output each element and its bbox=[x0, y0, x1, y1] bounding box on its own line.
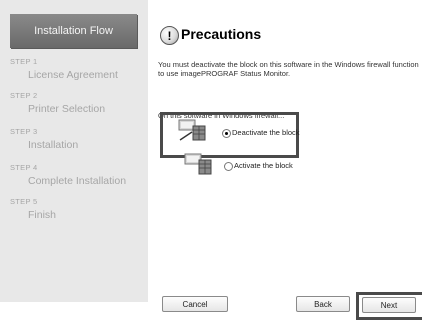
step-3: STEP 3 Installation bbox=[10, 126, 78, 151]
page-title: Precautions bbox=[181, 26, 262, 42]
step-name: License Agreement bbox=[28, 69, 118, 81]
step-number: STEP 2 bbox=[10, 91, 38, 100]
activate-block-radio[interactable] bbox=[224, 162, 233, 171]
firewall-block-icon bbox=[178, 119, 206, 141]
step-1: STEP 1 License Agreement bbox=[10, 56, 118, 81]
step-name: Printer Selection bbox=[28, 103, 106, 115]
deactivate-block-radio[interactable] bbox=[222, 129, 231, 138]
back-button[interactable]: Back bbox=[296, 296, 350, 312]
firewall-allow-icon bbox=[184, 153, 212, 175]
step-5: STEP 5 Finish bbox=[10, 196, 56, 221]
installation-flow-sidebar: Installation Flow STEP 1 License Agreeme… bbox=[0, 0, 148, 302]
step-number: STEP 1 bbox=[10, 57, 38, 66]
step-name: Complete Installation bbox=[28, 175, 127, 187]
next-button[interactable]: Next bbox=[362, 297, 416, 313]
step-name: Finish bbox=[28, 209, 57, 221]
cancel-button[interactable]: Cancel bbox=[162, 296, 228, 312]
warning-icon: ! bbox=[160, 26, 179, 45]
precautions-panel: ! Precautions You must deactivate the bl… bbox=[150, 0, 422, 302]
step-number: STEP 4 bbox=[10, 163, 38, 172]
deactivate-block-label[interactable]: Deactivate the block bbox=[232, 128, 300, 137]
step-number: STEP 5 bbox=[10, 197, 38, 206]
step-name: Installation bbox=[28, 139, 79, 151]
step-number: STEP 3 bbox=[10, 127, 38, 136]
sidebar-header: Installation Flow bbox=[10, 14, 137, 48]
step-2: STEP 2 Printer Selection bbox=[10, 90, 105, 115]
activate-block-label[interactable]: Activate the block bbox=[234, 161, 293, 170]
step-4: STEP 4 Complete Installation bbox=[10, 162, 126, 187]
firewall-message: You must deactivate the block on this so… bbox=[158, 60, 419, 78]
